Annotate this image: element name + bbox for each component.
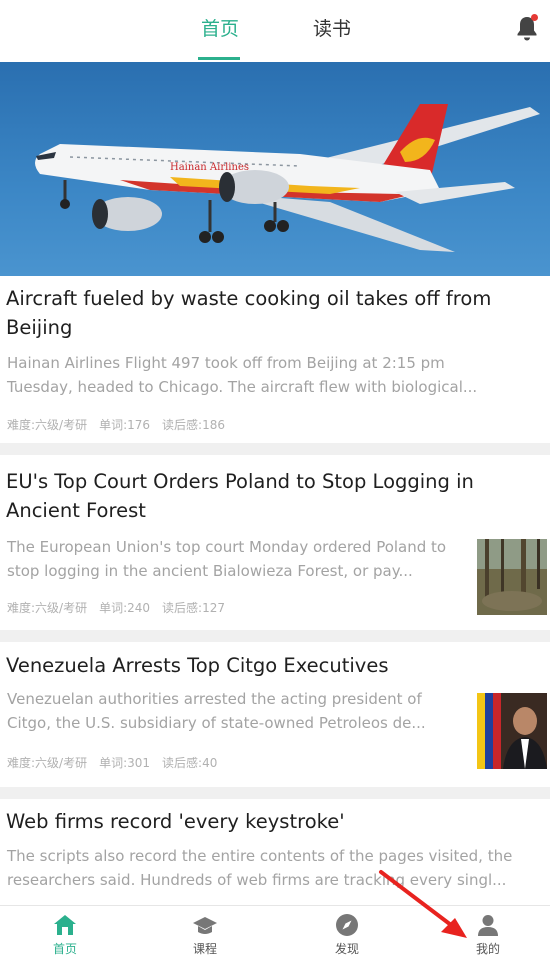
top-bar: 首页 读书 bbox=[0, 0, 550, 62]
article-title[interactable]: Venezuela Arrests Top Citgo Executives bbox=[6, 651, 476, 680]
article-summary: Venezuelan authorities arrested the acti… bbox=[7, 690, 426, 732]
notification-bell-icon[interactable] bbox=[514, 14, 540, 42]
tab-reading[interactable]: 读书 bbox=[308, 14, 356, 60]
nav-discover-label: 发现 bbox=[334, 942, 359, 956]
article-meta: 难度:六级/考研 单词:176 读后感:186 bbox=[7, 416, 237, 433]
read-count: 读后感:127 bbox=[162, 601, 225, 615]
word-count: 单词:301 bbox=[99, 756, 151, 770]
article-summary: The European Union's top court Monday or… bbox=[7, 538, 447, 580]
hero-airplane-image[interactable]: Hainan Airlines bbox=[0, 62, 550, 276]
home-icon bbox=[54, 915, 76, 935]
nav-courses-label: 课程 bbox=[192, 942, 217, 956]
divider bbox=[0, 630, 550, 642]
article-summary: Hainan Airlines Flight 497 took off from… bbox=[7, 354, 478, 396]
user-icon bbox=[478, 915, 498, 936]
tab-home[interactable]: 首页 bbox=[196, 14, 244, 60]
article-thumbnail-citgo[interactable] bbox=[477, 693, 547, 769]
divider bbox=[0, 787, 550, 799]
word-count: 单词:176 bbox=[99, 418, 151, 432]
graduation-cap-icon bbox=[193, 917, 217, 934]
nav-home-label: 首页 bbox=[52, 942, 77, 956]
active-tab-indicator bbox=[198, 57, 240, 60]
annotation-arrow bbox=[379, 870, 467, 938]
compass-icon bbox=[336, 914, 358, 936]
read-count: 读后感:186 bbox=[162, 418, 225, 432]
article-card[interactable]: EU's Top Court Orders Poland to Stop Log… bbox=[0, 455, 550, 630]
article-card[interactable]: Aircraft fueled by waste cooking oil tak… bbox=[0, 276, 550, 443]
tab-home-label: 首页 bbox=[200, 18, 239, 40]
article-title[interactable]: Aircraft fueled by waste cooking oil tak… bbox=[6, 284, 526, 342]
article-meta: 难度:六级/考研 单词:240 读后感:127 bbox=[7, 599, 237, 616]
nav-profile-label: 我的 bbox=[475, 942, 500, 956]
word-count: 单词:240 bbox=[99, 601, 151, 615]
article-card[interactable]: Venezuela Arrests Top Citgo Executives V… bbox=[0, 642, 550, 787]
nav-courses[interactable]: 课程 bbox=[165, 912, 245, 957]
notification-dot bbox=[531, 14, 538, 21]
difficulty-label: 难度:六级/考研 bbox=[7, 418, 88, 432]
article-thumbnail-forest[interactable] bbox=[477, 539, 547, 615]
difficulty-label: 难度:六级/考研 bbox=[7, 756, 88, 770]
article-title[interactable]: Web firms record 'every keystroke' bbox=[6, 807, 526, 836]
livery-text: Hainan Airlines bbox=[170, 162, 249, 173]
nav-home[interactable]: 首页 bbox=[25, 912, 105, 957]
difficulty-label: 难度:六级/考研 bbox=[7, 601, 88, 615]
divider bbox=[0, 443, 550, 455]
article-title[interactable]: EU's Top Court Orders Poland to Stop Log… bbox=[6, 467, 526, 525]
read-count: 读后感:40 bbox=[162, 756, 218, 770]
tab-reading-label: 读书 bbox=[312, 18, 351, 40]
article-meta: 难度:六级/考研 单词:301 读后感:40 bbox=[7, 754, 229, 771]
